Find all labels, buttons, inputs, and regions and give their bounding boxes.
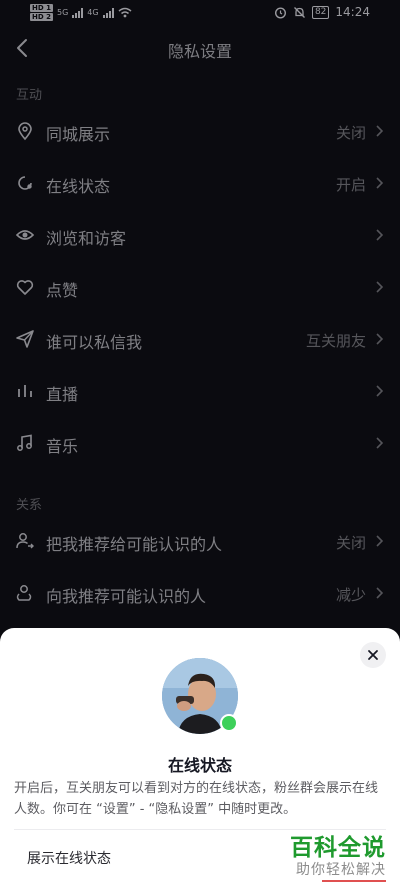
row-label: 直播 xyxy=(46,385,79,404)
settings-row-live[interactable]: 直播 xyxy=(0,366,400,418)
section-label-relations: 关系 xyxy=(16,498,43,513)
sim1-badge: HD 1 xyxy=(30,4,53,12)
status-left: HD 1 HD 2 5G 4G xyxy=(30,4,132,21)
close-button[interactable] xyxy=(360,642,386,668)
paper-plane-icon xyxy=(16,330,34,348)
clock: 14:24 xyxy=(335,5,370,19)
network-type-2: 4G xyxy=(87,8,99,17)
eye-icon xyxy=(15,230,35,240)
sim2-badge: HD 2 xyxy=(30,13,53,21)
online-indicator xyxy=(220,714,238,732)
signal-icon xyxy=(72,7,84,18)
row-label: 浏览和访客 xyxy=(46,229,127,248)
row-label: 在线状态 xyxy=(46,177,111,196)
row-value: 关闭 xyxy=(335,534,366,552)
watermark-subtitle: 助你轻松解决 xyxy=(296,862,386,878)
status-right: 82 14:24 xyxy=(274,5,370,19)
wifi-icon xyxy=(118,7,132,18)
chevron-right-icon xyxy=(376,125,384,137)
sheet-title: 在线状态 xyxy=(167,756,232,775)
sheet-description: 开启后，互关朋友可以看到对方的在线状态，粉丝群会展示在线人数。你可在 “设置” … xyxy=(14,781,379,817)
close-icon xyxy=(368,650,378,660)
settings-row-likes[interactable]: 点赞 xyxy=(0,262,400,314)
row-label: 把我推荐给可能认识的人 xyxy=(46,535,223,554)
online-status-icon xyxy=(18,176,32,190)
row-label: 谁可以私信我 xyxy=(46,333,143,352)
watermark-underline xyxy=(322,880,386,882)
row-label: 点赞 xyxy=(46,281,79,300)
mute-bell-icon xyxy=(293,6,305,18)
status-bar: HD 1 HD 2 5G 4G 82 14:24 xyxy=(0,0,400,28)
signal-icon xyxy=(102,7,114,18)
watermark: 百科全说 助你轻松解决 xyxy=(276,828,386,888)
page-title: 隐私设置 xyxy=(167,42,232,61)
settings-row-online-status[interactable]: 在线状态 开启 xyxy=(0,158,400,210)
chevron-right-icon xyxy=(376,587,384,599)
music-note-icon xyxy=(17,434,32,451)
row-label: 音乐 xyxy=(46,437,79,456)
settings-row-recommend-to-me[interactable]: 向我推荐可能认识的人 减少 xyxy=(0,568,400,620)
user-share-icon xyxy=(16,533,34,549)
watermark-title: 百科全说 xyxy=(290,835,386,861)
row-value: 互关朋友 xyxy=(305,332,366,350)
row-label: 向我推荐可能认识的人 xyxy=(46,587,207,606)
row-value: 关闭 xyxy=(335,124,366,142)
chevron-right-icon xyxy=(376,535,384,547)
settings-row-browse-visitors[interactable]: 浏览和访客 xyxy=(0,210,400,262)
chevron-right-icon xyxy=(376,333,384,345)
chevron-right-icon xyxy=(376,281,384,293)
section-label-interaction: 互动 xyxy=(16,88,43,103)
battery-icon: 82 xyxy=(311,5,330,19)
alarm-icon xyxy=(274,6,286,19)
settings-row-direct-message[interactable]: 谁可以私信我 互关朋友 xyxy=(0,314,400,366)
live-bars-icon xyxy=(18,385,32,397)
heart-icon xyxy=(16,280,34,295)
row-value: 开启 xyxy=(335,176,366,194)
user-location-icon xyxy=(16,585,32,601)
chevron-right-icon xyxy=(376,385,384,397)
chevron-right-icon xyxy=(376,229,384,241)
sim-indicators: HD 1 HD 2 xyxy=(30,4,53,21)
settings-row-recommend-me[interactable]: 把我推荐给可能认识的人 关闭 xyxy=(0,516,400,568)
show-online-status-option[interactable]: 展示在线状态 xyxy=(27,848,111,868)
chevron-right-icon xyxy=(376,437,384,449)
chevron-right-icon xyxy=(376,177,384,189)
row-label: 同城展示 xyxy=(46,125,111,144)
location-pin-icon xyxy=(18,122,32,141)
row-value: 减少 xyxy=(335,586,366,604)
settings-row-city-display[interactable]: 同城展示 关闭 xyxy=(0,106,400,158)
network-type-1: 5G xyxy=(56,8,69,17)
settings-row-music[interactable]: 音乐 xyxy=(0,418,400,470)
